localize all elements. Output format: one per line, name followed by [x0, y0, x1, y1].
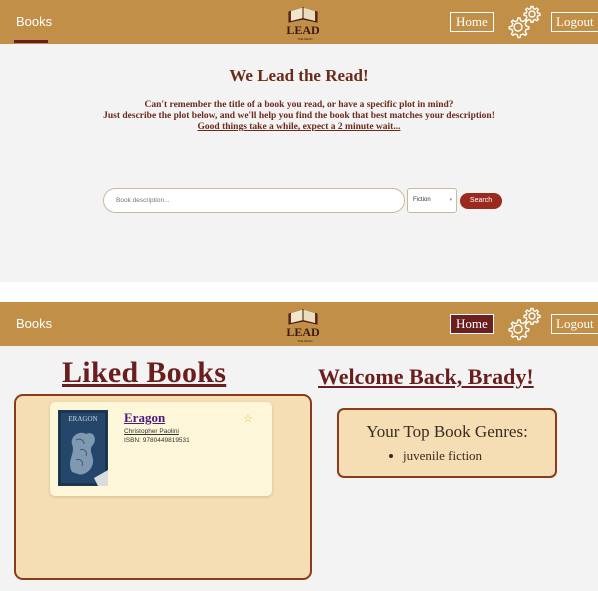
wait-note: Good things take a while, expect a 2 min…: [197, 122, 401, 132]
genre-select-value: Fiction: [413, 197, 431, 203]
book-author-link[interactable]: Christopher Paolini: [124, 428, 179, 435]
search-page: Books LEAD THE READ Home Logout We Lead …: [0, 0, 598, 282]
logo-text: LEAD: [286, 23, 320, 37]
profile-page: Books LEAD THE READ Home Logout Liked Bo…: [0, 302, 598, 591]
cover-title-text: ERAGON: [68, 415, 97, 423]
settings-gears-icon[interactable]: [504, 304, 544, 344]
top-nav-bar: Books LEAD THE READ Home Logout: [0, 0, 598, 44]
chevron-down-icon: ▾: [449, 197, 452, 203]
book-cover-image[interactable]: ERAGON: [58, 410, 108, 486]
lead-the-read-logo[interactable]: LEAD THE READ: [281, 304, 325, 344]
nav-books-link[interactable]: Books: [16, 14, 52, 29]
search-button[interactable]: Search: [460, 193, 502, 209]
logo-text: LEAD: [286, 325, 320, 339]
logout-button[interactable]: Logout: [551, 12, 598, 32]
liked-books-heading: Liked Books: [62, 356, 227, 389]
genre-list-item: juvenile fiction: [389, 448, 482, 464]
active-tab-indicator: [14, 40, 48, 43]
top-genres-panel: Your Top Book Genres: juvenile fiction: [337, 408, 557, 478]
logo-subtext: THE READ: [297, 37, 313, 41]
book-isbn: ISBN: 9780449819531: [124, 437, 190, 444]
genre-select[interactable]: Fiction ▾: [407, 188, 457, 213]
lead-the-read-logo[interactable]: LEAD THE READ: [281, 2, 325, 42]
settings-gears-icon[interactable]: [504, 2, 544, 42]
description-line-1: Can't remember the title of a book you r…: [144, 100, 454, 110]
bullet-icon: [389, 454, 393, 459]
welcome-heading: Welcome Back, Brady!: [318, 364, 534, 389]
top-genres-heading: Your Top Book Genres:: [366, 422, 528, 441]
favorite-star-icon[interactable]: ☆: [243, 412, 253, 425]
page-description: Can't remember the title of a book you r…: [0, 100, 598, 133]
book-description-input[interactable]: [103, 188, 405, 213]
logout-button[interactable]: Logout: [551, 314, 598, 334]
home-button[interactable]: Home: [450, 12, 494, 32]
nav-books-link[interactable]: Books: [16, 316, 52, 331]
top-nav-bar: Books LEAD THE READ Home Logout: [0, 302, 598, 346]
home-button[interactable]: Home: [450, 314, 494, 334]
book-card[interactable]: ERAGON Eragon Christopher Paolini ISBN: …: [50, 402, 272, 496]
page-title: We Lead the Read!: [229, 66, 369, 85]
logo-subtext: THE READ: [297, 339, 313, 343]
book-title-link[interactable]: Eragon: [124, 410, 165, 426]
genre-label: juvenile fiction: [403, 448, 483, 463]
panel-divider: [0, 282, 598, 302]
description-line-2: Just describe the plot below, and we'll …: [103, 111, 495, 121]
